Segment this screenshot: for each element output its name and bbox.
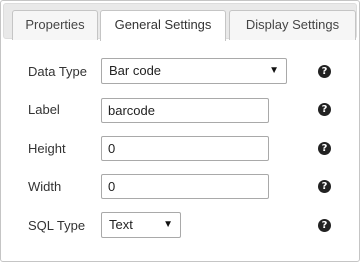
settings-panel: Properties General Settings Display Sett… bbox=[0, 0, 360, 262]
data-type-select[interactable]: Bar code ▼ bbox=[101, 58, 287, 84]
width-label: Width bbox=[28, 179, 62, 194]
question-circle-icon[interactable]: ? bbox=[318, 219, 331, 232]
width-input[interactable] bbox=[101, 174, 269, 199]
sql-type-label: SQL Type bbox=[28, 218, 86, 233]
tab-bar: Properties General Settings Display Sett… bbox=[3, 3, 357, 41]
height-input[interactable] bbox=[101, 136, 269, 161]
question-circle-icon[interactable]: ? bbox=[318, 65, 331, 78]
tab-properties[interactable]: Properties bbox=[12, 10, 98, 40]
question-circle-icon[interactable]: ? bbox=[318, 142, 331, 155]
tab-display-settings[interactable]: Display Settings bbox=[229, 10, 356, 40]
chevron-down-icon: ▼ bbox=[269, 65, 279, 76]
data-type-label: Data Type bbox=[28, 64, 88, 79]
height-label: Height bbox=[28, 141, 66, 156]
label-label: Label bbox=[28, 102, 60, 117]
question-circle-icon[interactable]: ? bbox=[318, 180, 331, 193]
sql-type-value: Text bbox=[109, 217, 133, 232]
chevron-down-icon: ▼ bbox=[163, 219, 173, 230]
label-input[interactable] bbox=[101, 98, 269, 123]
question-circle-icon[interactable]: ? bbox=[318, 103, 331, 116]
data-type-value: Bar code bbox=[109, 63, 162, 78]
tab-general-settings[interactable]: General Settings bbox=[100, 10, 226, 41]
sql-type-select[interactable]: Text ▼ bbox=[101, 212, 181, 238]
